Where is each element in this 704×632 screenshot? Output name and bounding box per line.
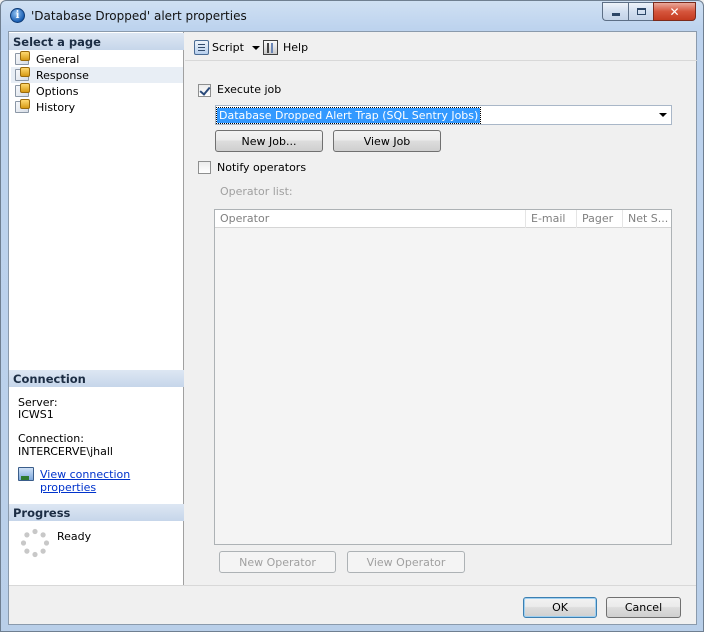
chevron-down-icon [659, 113, 667, 117]
dialog-footer: OK Cancel [9, 585, 696, 625]
column-header-pager[interactable]: Pager [577, 210, 623, 228]
maximize-button[interactable] [628, 2, 653, 21]
page-item-response[interactable]: Response [11, 67, 183, 83]
page-icon [15, 51, 30, 65]
dialog-window: i 'Database Dropped' alert properties ✕ … [0, 0, 704, 632]
title-bar[interactable]: i 'Database Dropped' alert properties ✕ [1, 1, 703, 31]
page-item-history[interactable]: History [11, 99, 183, 115]
script-icon [194, 40, 209, 55]
left-pane: Select a page General Response Options H… [9, 32, 184, 585]
column-header-operator[interactable]: Operator [215, 210, 526, 228]
maximize-icon [636, 8, 646, 15]
job-select[interactable]: Database Dropped Alert Trap (SQL Sentry … [215, 105, 672, 125]
page-icon [15, 67, 30, 81]
connection-value: INTERCERVE\jhall [18, 445, 113, 458]
script-label: Script [212, 41, 244, 54]
new-operator-button[interactable]: New Operator [219, 551, 336, 573]
chevron-down-icon[interactable] [251, 45, 260, 50]
page-list: General Response Options History [11, 51, 183, 115]
dialog-client-area: Select a page General Response Options H… [8, 31, 697, 625]
close-button[interactable]: ✕ [653, 2, 696, 21]
page-item-options[interactable]: Options [11, 83, 183, 99]
server-value: ICWS1 [18, 408, 54, 421]
notify-operators-label[interactable]: Notify operators [217, 161, 306, 174]
toolbar: Script Help [185, 32, 697, 61]
help-button[interactable]: Help [263, 40, 308, 55]
column-header-email[interactable]: E-mail [526, 210, 577, 228]
connection-label: Connection: [18, 432, 84, 445]
operator-list-label: Operator list: [220, 185, 293, 198]
close-icon: ✕ [669, 4, 680, 19]
minimize-button[interactable] [602, 2, 628, 21]
view-job-button[interactable]: View Job [333, 130, 441, 152]
cancel-button[interactable]: Cancel [606, 597, 681, 618]
operator-grid[interactable]: Operator E-mail Pager Net S... [214, 209, 672, 545]
progress-spinner-icon [20, 528, 50, 558]
script-button[interactable]: Script [194, 40, 260, 55]
ok-button[interactable]: OK [523, 597, 597, 618]
job-select-value: Database Dropped Alert Trap (SQL Sentry … [215, 106, 482, 124]
help-label: Help [283, 41, 309, 54]
view-connection-properties-link[interactable]: View connection properties [40, 468, 183, 494]
help-icon [263, 40, 278, 55]
execute-job-label[interactable]: Execute job [217, 83, 281, 96]
column-header-net-send[interactable]: Net S... [623, 210, 671, 228]
connection-properties-icon [18, 467, 34, 481]
page-icon [15, 99, 30, 113]
execute-job-checkbox[interactable] [198, 84, 211, 97]
operator-grid-header: Operator E-mail Pager Net S... [215, 210, 671, 228]
page-item-label: Response [36, 68, 89, 82]
caption-buttons: ✕ [602, 2, 696, 21]
minimize-icon [611, 12, 620, 16]
page-item-label: History [36, 100, 76, 114]
page-item-general[interactable]: General [11, 51, 183, 67]
window-title: 'Database Dropped' alert properties [31, 9, 247, 23]
select-page-header: Select a page [9, 33, 184, 50]
notify-operators-checkbox[interactable] [198, 161, 211, 174]
page-item-label: General [36, 52, 80, 66]
progress-header: Progress [9, 504, 184, 521]
new-job-button[interactable]: New Job... [215, 130, 323, 152]
view-operator-button[interactable]: View Operator [347, 551, 465, 573]
progress-status: Ready [57, 530, 92, 543]
page-item-label: Options [36, 84, 79, 98]
page-icon [15, 83, 30, 97]
info-icon: i [10, 8, 25, 23]
connection-header: Connection [9, 370, 184, 387]
